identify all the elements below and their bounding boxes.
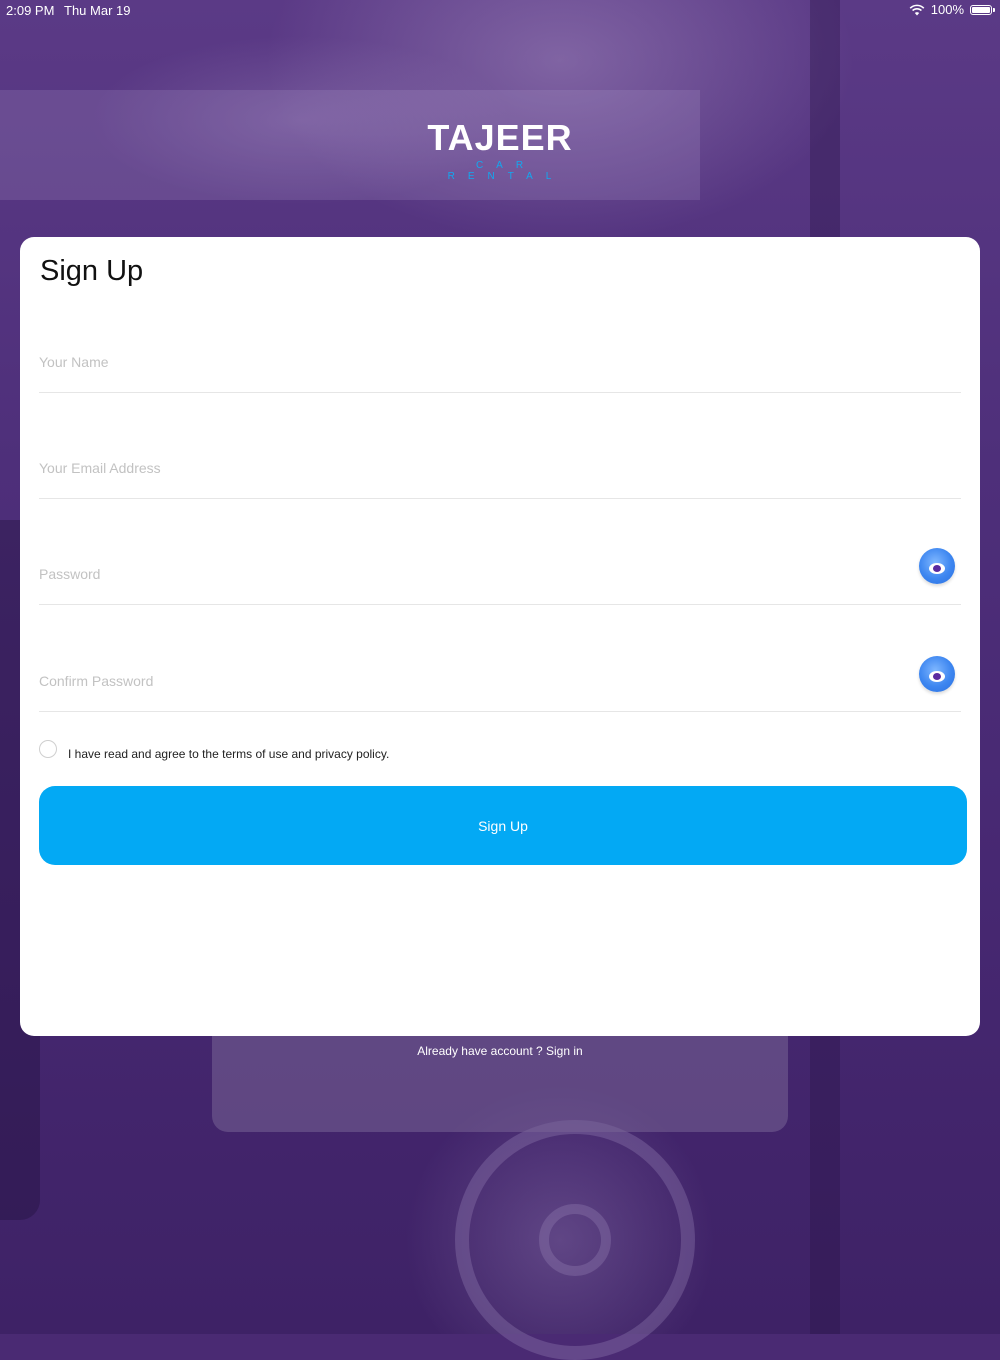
password-input[interactable] — [39, 566, 899, 582]
sign-in-link[interactable]: Already have account ? Sign in — [212, 1044, 788, 1058]
wifi-icon — [909, 4, 925, 15]
password-field — [39, 544, 961, 605]
name-field — [39, 332, 961, 393]
status-indicators: 100% — [909, 2, 995, 17]
name-input[interactable] — [39, 354, 899, 370]
terms-checkbox[interactable] — [39, 740, 57, 758]
sign-up-button[interactable]: Sign Up — [39, 786, 967, 865]
terms-label: I have read and agree to the terms of us… — [68, 747, 390, 761]
app-logo: TAJEER CAR RENTAL — [400, 117, 600, 183]
page-title: Sign Up — [40, 255, 144, 287]
terms-row: I have read and agree to the terms of us… — [39, 737, 389, 761]
status-time: 2:09 PM — [6, 3, 55, 18]
battery-icon — [970, 4, 995, 15]
email-input[interactable] — [39, 460, 899, 476]
email-field — [39, 438, 961, 499]
confirm-password-input[interactable] — [39, 673, 899, 689]
status-bar: 2:09 PM Thu Mar 19 100% — [0, 0, 1000, 20]
eye-icon[interactable] — [919, 656, 955, 692]
signup-card: Sign Up I have read and agree to the ter… — [20, 237, 980, 1036]
background-wheel — [455, 1120, 695, 1360]
logo-subtitle: CAR RENTAL — [447, 160, 565, 182]
battery-percentage: 100% — [930, 2, 964, 17]
eye-icon[interactable] — [919, 548, 955, 584]
logo-title: TAJEER — [427, 117, 573, 158]
confirm-password-field — [39, 651, 961, 712]
eye-pupil — [929, 563, 945, 574]
eye-pupil — [929, 671, 945, 682]
status-date: Thu Mar 19 — [64, 3, 131, 18]
